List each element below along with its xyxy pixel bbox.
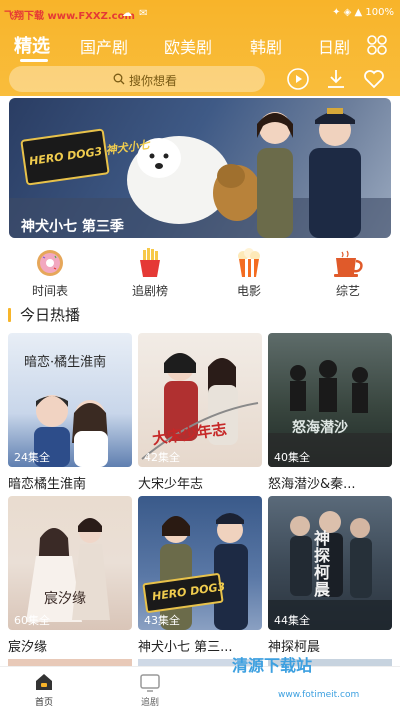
- poster-title-text: 怒海潜沙: [292, 420, 348, 436]
- drama-title: 宸汐缘: [8, 640, 48, 655]
- section-title: 今日热播: [20, 306, 81, 324]
- episode-count: 24集全: [14, 451, 50, 464]
- category-tabs: 精选 国产剧 欧美剧 韩剧 日剧: [0, 32, 400, 62]
- quick-link-label: 综艺: [335, 284, 360, 298]
- bottom-navigation: 首页 追剧: [0, 666, 400, 711]
- quick-link-movies[interactable]: 电影: [219, 248, 279, 298]
- tab-oumeiju[interactable]: 欧美剧: [164, 34, 212, 58]
- download-icon[interactable]: [324, 67, 348, 91]
- search-icon: [113, 73, 125, 85]
- poster-title-text: HERO DOG3: [151, 580, 226, 604]
- active-tab-indicator: [20, 59, 48, 62]
- drama-poster: 暗恋·橘生淮南 24集全: [8, 333, 132, 467]
- poster-title-text: 暗恋·橘生淮南: [24, 355, 107, 370]
- tab-hanju[interactable]: 韩剧: [250, 34, 282, 58]
- poster-art: [26, 518, 110, 622]
- poster-title-text: 神探柯晨: [314, 529, 331, 599]
- section-accent-bar: [8, 308, 11, 322]
- drama-title: 暗恋橘生淮南: [8, 477, 87, 492]
- poster-art: [268, 360, 392, 467]
- quick-link-label: 时间表: [31, 284, 68, 298]
- donut-icon: [37, 250, 63, 276]
- poster-title-text: 宸汐缘: [44, 591, 86, 607]
- quick-link-label: 电影: [236, 284, 261, 298]
- popcorn-icon: [238, 248, 260, 277]
- episode-count: 42集全: [144, 451, 180, 464]
- drama-poster: 大宋少年志 42集全: [138, 333, 262, 467]
- drama-title: 怒海潜沙&秦...: [268, 477, 356, 492]
- status-icons-left: ☁ ✉: [122, 8, 150, 19]
- watermark-bottom-url: www.fotimeit.com: [278, 690, 360, 700]
- cup-icon: [334, 250, 363, 277]
- quick-link-schedule[interactable]: 时间表: [20, 248, 80, 298]
- drama-poster: 宸汐缘 60集全: [8, 496, 132, 630]
- nav-label: 追剧: [140, 698, 159, 708]
- status-icons-right: ✦ ◈ ▲ 100%: [332, 7, 394, 18]
- episode-count: 60集全: [14, 614, 50, 627]
- episode-count: 44集全: [274, 614, 310, 627]
- tab-guochanju[interactable]: 国产剧: [80, 34, 128, 58]
- status-bar: 飞翔下载 www.FXXZ.com ☁ ✉ ✦ ◈ ▲ 100%: [0, 0, 400, 28]
- drama-title: 大宋少年志: [138, 477, 204, 492]
- drama-poster: HERO DOG3 43集全: [138, 496, 262, 630]
- watermark-bottom: 清源下载站: [232, 656, 313, 675]
- featured-banner[interactable]: HERO DOG3 神犬小七 神犬小七 第三季: [9, 98, 391, 238]
- banner-title: 神犬小七 第三季: [21, 219, 124, 235]
- category-grid-icon[interactable]: [366, 34, 388, 56]
- episode-count: 43集全: [144, 614, 180, 627]
- search-placeholder: 搜你想看: [129, 74, 178, 88]
- episode-count: 40集全: [274, 451, 310, 464]
- fries-icon: [140, 248, 160, 277]
- quick-link-variety[interactable]: 综艺: [318, 248, 378, 298]
- watermark-text: 飞翔下载 www.FXXZ.com: [4, 11, 135, 22]
- home-icon: [36, 674, 52, 690]
- play-history-icon[interactable]: [286, 67, 310, 91]
- tab-jingxuan[interactable]: 精选: [14, 32, 50, 58]
- quick-link-label: 追剧榜: [131, 284, 168, 298]
- tv-icon: [140, 674, 160, 692]
- drama-poster: 神探柯晨 44集全: [268, 496, 392, 630]
- search-bar[interactable]: 搜你想看: [9, 66, 265, 92]
- tab-riju[interactable]: 日剧: [318, 34, 350, 58]
- favorite-heart-icon[interactable]: [362, 67, 386, 91]
- quick-link-ranking[interactable]: 追剧榜: [120, 248, 180, 298]
- drama-poster: 怒海潜沙 40集全: [268, 333, 392, 467]
- nav-label: 首页: [34, 698, 53, 708]
